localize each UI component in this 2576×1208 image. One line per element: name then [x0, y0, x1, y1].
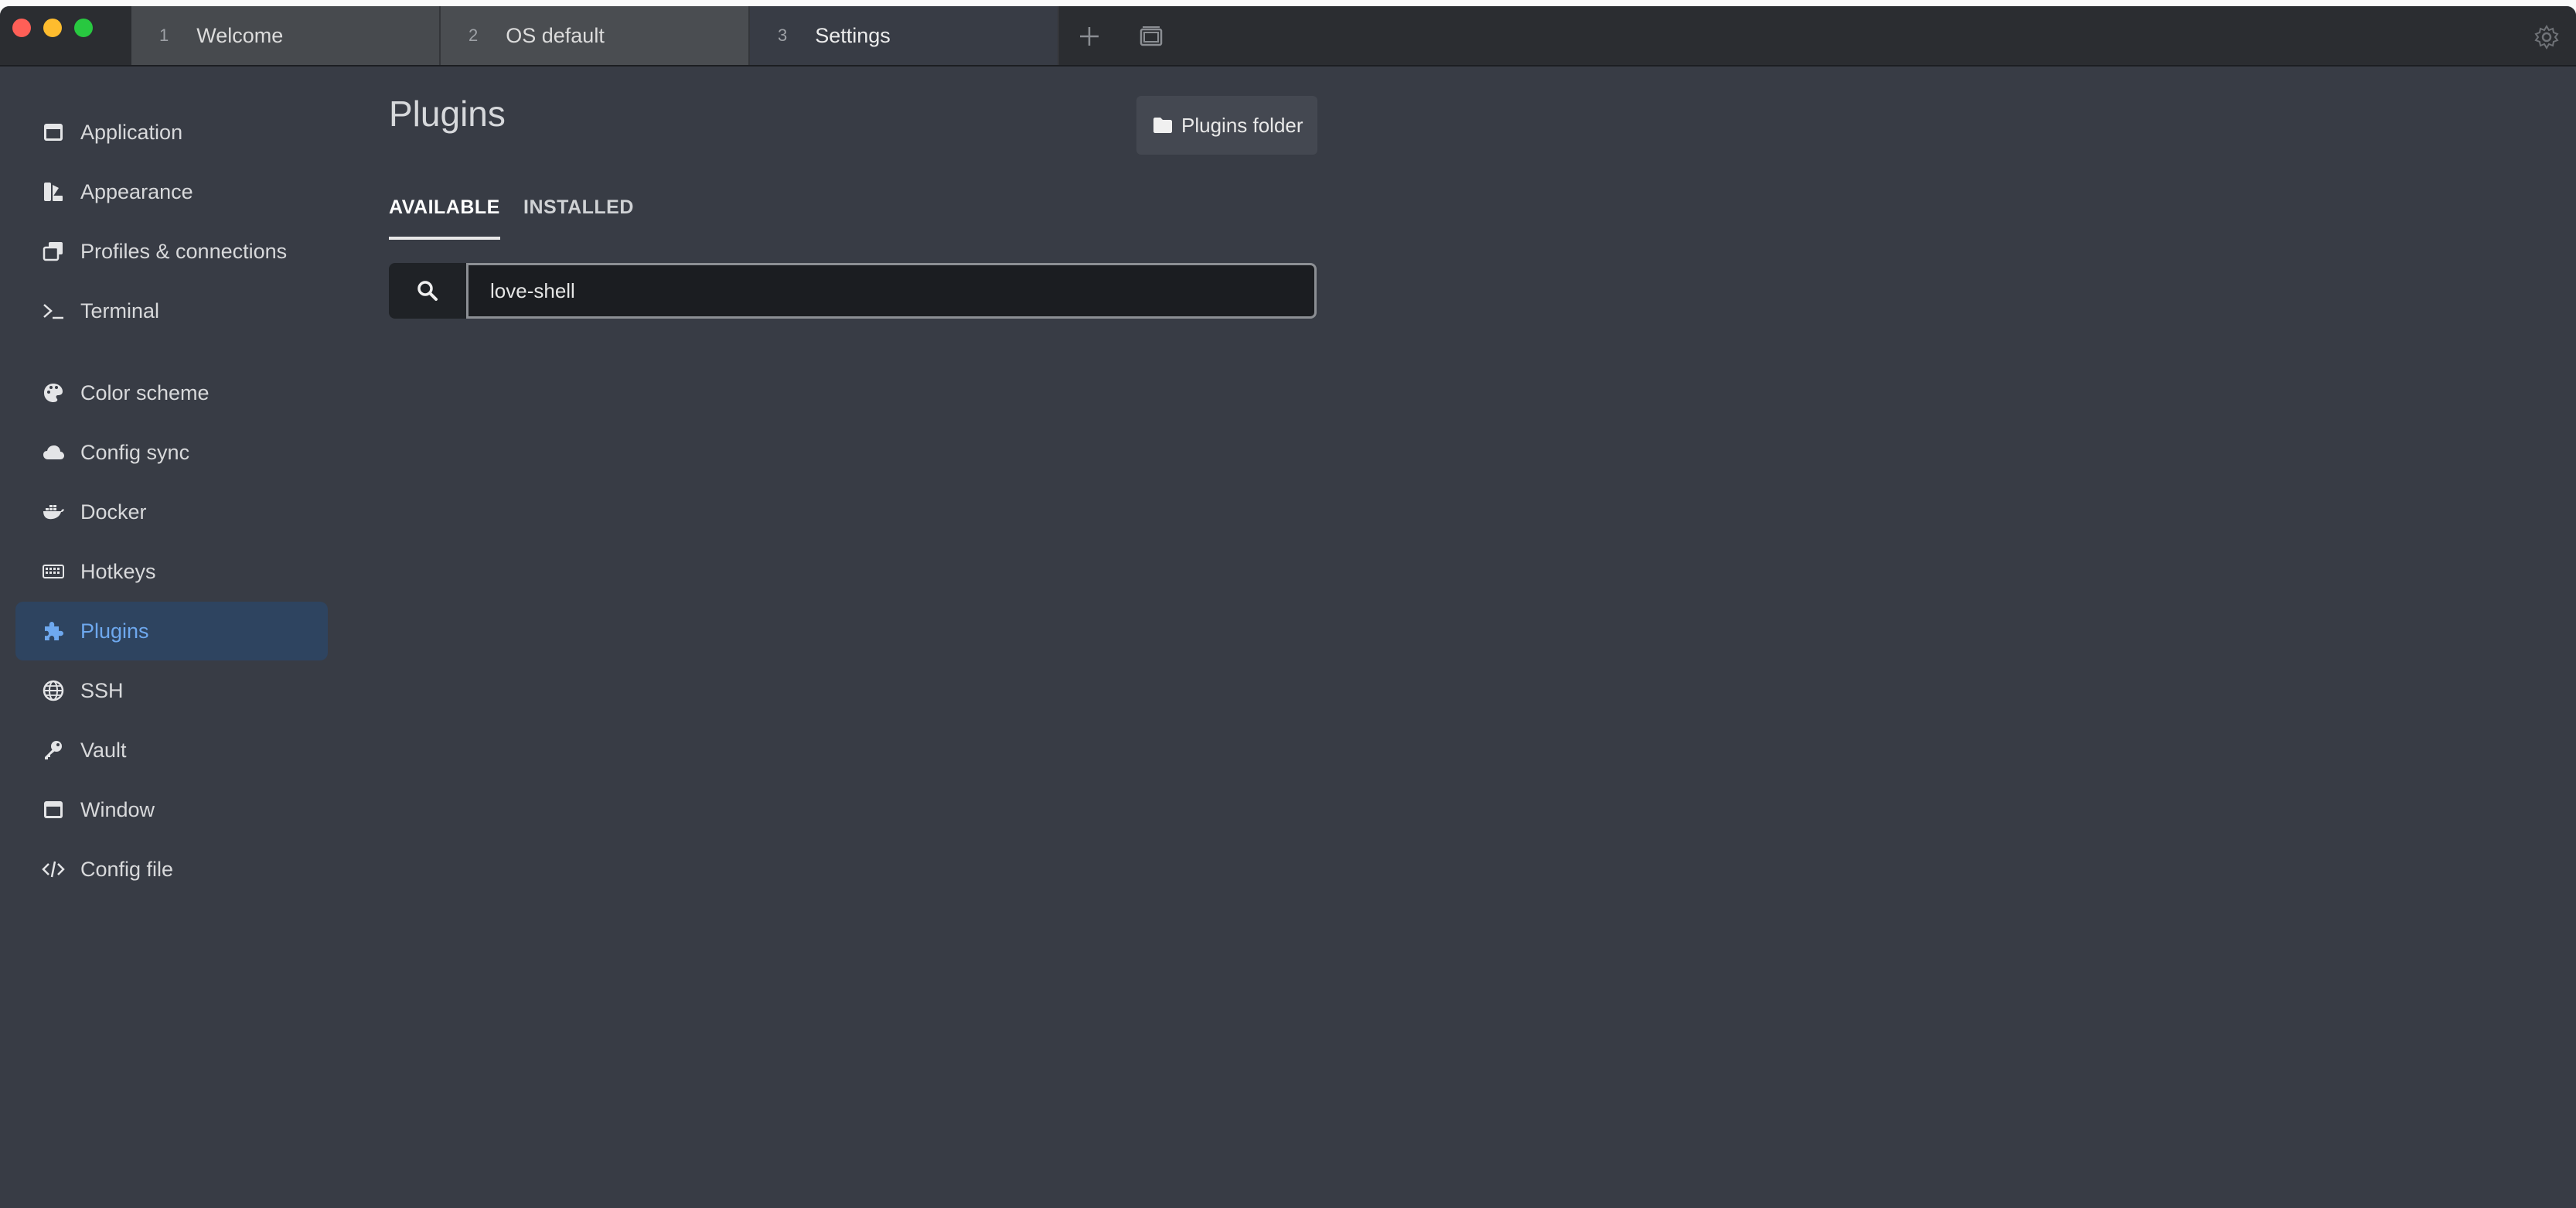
sidebar-item-label: Application	[80, 120, 183, 144]
tab-number: 3	[778, 26, 788, 45]
close-window-button[interactable]	[12, 19, 31, 37]
sidebar-item-plugins[interactable]: Plugins	[15, 602, 328, 660]
sidebar-item-label: Profiles & connections	[80, 239, 288, 263]
sidebar-item-application[interactable]: Application	[15, 103, 328, 162]
title-bar: 1 Welcome 2 OS default 3 Settings	[0, 6, 2576, 67]
plugins-folder-label: Plugins folder	[1181, 113, 1303, 137]
tab-label: Welcome	[196, 23, 284, 47]
tab-label: Settings	[815, 23, 891, 47]
sidebar-item-vault[interactable]: Vault	[15, 721, 328, 780]
plugin-search	[389, 263, 1317, 319]
terminal-prompt-icon	[40, 298, 66, 324]
sidebar-item-config-file[interactable]: Config file	[15, 840, 328, 899]
sidebar-item-appearance[interactable]: Appearance	[15, 162, 328, 221]
tab-label: OS default	[506, 23, 605, 47]
sidebar-item-profiles[interactable]: Profiles & connections	[15, 222, 328, 281]
tab-number: 2	[469, 26, 479, 45]
sidebar-item-color-scheme[interactable]: Color scheme	[15, 363, 328, 422]
sidebar-item-hotkeys[interactable]: Hotkeys	[15, 542, 328, 601]
windows-stack-icon	[40, 238, 66, 264]
sidebar-item-label: SSH	[80, 678, 124, 702]
tab-welcome[interactable]: 1 Welcome	[131, 6, 441, 65]
sidebar-item-label: Config file	[80, 857, 174, 881]
app-window: 1 Welcome 2 OS default 3 Settings Applic…	[0, 6, 2576, 1208]
sidebar-item-terminal[interactable]: Terminal	[15, 282, 328, 340]
minimize-window-button[interactable]	[43, 19, 62, 37]
sidebar-item-docker[interactable]: Docker	[15, 483, 328, 541]
plugins-folder-button[interactable]: Plugins folder	[1136, 96, 1317, 155]
sidebar-item-label: Plugins	[80, 619, 149, 643]
sidebar-item-label: Color scheme	[80, 380, 210, 404]
window-icon	[40, 119, 66, 145]
search-icon	[389, 263, 466, 319]
docker-icon	[40, 499, 66, 525]
sidebar-item-window[interactable]: Window	[15, 780, 328, 839]
sidebar-item-config-sync[interactable]: Config sync	[15, 423, 328, 482]
sidebar-item-label: Docker	[80, 500, 147, 524]
search-input[interactable]	[466, 263, 1317, 319]
sidebar-item-label: Appearance	[80, 179, 193, 203]
tab-settings[interactable]: 3 Settings	[750, 6, 1059, 65]
folder-icon	[1152, 114, 1174, 136]
sidebar-item-ssh[interactable]: SSH	[15, 661, 328, 720]
maximize-window-button[interactable]	[74, 19, 93, 37]
palette-icon	[40, 380, 66, 406]
sidebar-item-label: Window	[80, 797, 155, 821]
page-title: Plugins	[389, 94, 506, 134]
key-icon	[40, 737, 66, 763]
globe-icon	[40, 677, 66, 704]
tab-os-default[interactable]: 2 OS default	[441, 6, 750, 65]
sidebar-item-label: Hotkeys	[80, 559, 156, 583]
code-icon	[40, 856, 66, 882]
palette-brush-icon	[40, 179, 66, 205]
tab-number: 1	[159, 26, 169, 45]
puzzle-icon	[40, 618, 66, 644]
sidebar-item-label: Terminal	[80, 299, 160, 322]
gear-icon[interactable]	[2534, 25, 2559, 49]
sidebar-item-label: Config sync	[80, 440, 190, 464]
sidebar-item-label: Vault	[80, 738, 127, 762]
new-tab-plus-icon[interactable]	[1076, 23, 1102, 49]
keyboard-icon	[40, 558, 66, 585]
cloud-icon	[40, 439, 66, 466]
window-icon	[40, 797, 66, 823]
tab-installed[interactable]: INSTALLED	[523, 192, 634, 237]
tab-available[interactable]: AVAILABLE	[389, 192, 500, 240]
tab-windows-icon[interactable]	[1138, 23, 1164, 49]
